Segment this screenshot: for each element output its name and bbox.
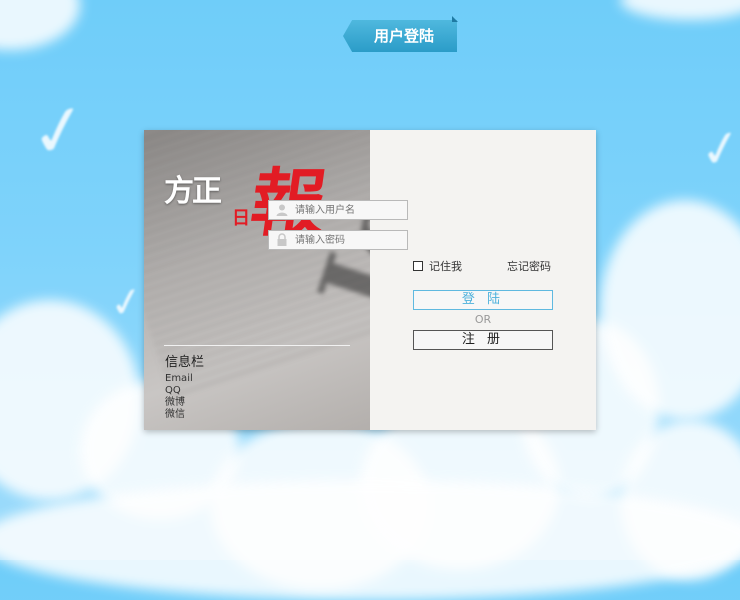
bird-icon: ✓: [23, 85, 96, 177]
info-link-qq[interactable]: QQ: [165, 385, 193, 397]
or-separator: OR: [474, 313, 492, 326]
info-link-wechat[interactable]: 微信: [165, 409, 193, 421]
ribbon-fold: [452, 16, 458, 22]
bird-icon: ✓: [106, 277, 148, 329]
register-button[interactable]: 注 册: [413, 330, 553, 350]
info-title: 信息栏: [165, 355, 205, 370]
logo-text: 方正: [164, 174, 222, 209]
password-input[interactable]: [295, 232, 403, 248]
divider: [164, 345, 350, 346]
username-input[interactable]: [295, 202, 403, 218]
remember-checkbox[interactable]: [413, 261, 423, 271]
remember-me[interactable]: 记住我: [413, 258, 462, 274]
info-link-email[interactable]: Email: [165, 373, 193, 385]
bird-icon: ✓: [695, 116, 740, 182]
login-panel: [370, 130, 596, 430]
password-field[interactable]: [268, 230, 408, 250]
login-button[interactable]: 登 陆: [413, 290, 553, 310]
username-field[interactable]: [268, 200, 408, 220]
login-window: Jour 方正 日 報 信息栏 Email QQ 微博 微信: [144, 130, 596, 430]
lock-icon: [277, 233, 287, 246]
user-icon: [276, 204, 288, 216]
login-title-ribbon: 用户登陆: [343, 20, 457, 52]
forgot-password-link[interactable]: 忘记密码: [507, 258, 551, 274]
brand-panel: Jour 方正 日 報 信息栏 Email QQ 微博 微信: [144, 130, 370, 430]
info-link-weibo[interactable]: 微博: [165, 397, 193, 409]
remember-label: 记住我: [429, 260, 462, 273]
info-list: Email QQ 微博 微信: [165, 373, 193, 421]
